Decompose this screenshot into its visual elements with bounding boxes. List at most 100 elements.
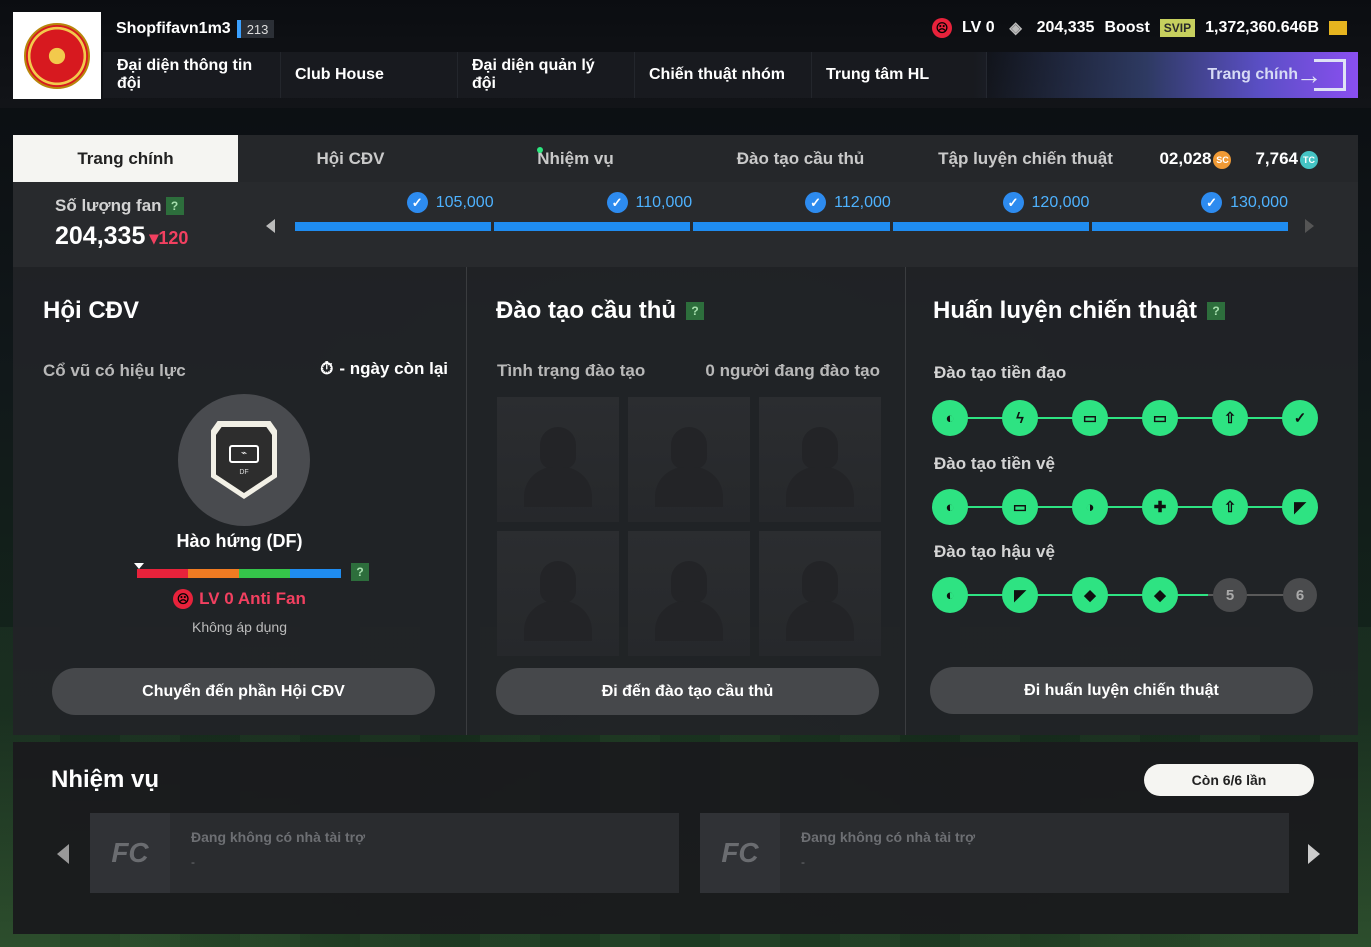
bar-segment-orange xyxy=(188,569,239,578)
training-node-icon[interactable]: ✓ xyxy=(1282,400,1318,436)
sc-coin-icon: SC xyxy=(1213,150,1232,169)
help-icon[interactable]: ? xyxy=(165,197,184,215)
tab-tactic-training[interactable]: Tập luyện chiến thuật xyxy=(913,135,1138,182)
training-node-icon[interactable]: ◆ xyxy=(1072,577,1108,613)
sponsor-card[interactable]: FC Đang không có nhà tài trợ - xyxy=(700,813,1289,893)
fan-level-bar xyxy=(137,569,341,578)
tc-value: 7,764 xyxy=(1255,149,1298,168)
training-node-locked[interactable]: 5 xyxy=(1213,578,1247,612)
bp-value: 1,372,360.646B xyxy=(1205,19,1319,36)
tactic-training-title: Huấn luyện chiến thuật ? xyxy=(933,297,1226,325)
nav-team-info[interactable]: Đại diện thông tin đội xyxy=(103,52,281,98)
club-logo[interactable] xyxy=(13,12,101,99)
nav-training-center[interactable]: Trung tâm HL xyxy=(812,52,987,98)
fan-count: 204,335 ▾120 xyxy=(55,222,188,251)
tc-coin-icon: TC xyxy=(1300,150,1318,169)
active-cheer-label: Cổ vũ có hiệu lực xyxy=(43,361,186,380)
training-slot[interactable] xyxy=(759,397,881,522)
missions-prev-icon[interactable] xyxy=(57,844,69,864)
forward-training-label: Đào tạo tiền đạo xyxy=(934,363,1067,382)
defense-training-label: Đào tạo hậu vệ xyxy=(934,542,1055,561)
training-node-icon[interactable]: ◤ xyxy=(1282,489,1318,525)
nav-club-house[interactable]: Club House xyxy=(281,52,458,98)
fan-delta: ▾120 xyxy=(149,228,189,248)
help-icon[interactable]: ? xyxy=(1207,302,1226,320)
forward-training-track: ◐ ϟ ▭ ▭ ⇧ ✓ xyxy=(932,400,1318,436)
go-player-training-button[interactable]: Đi đến đào tạo cầu thủ xyxy=(496,668,879,715)
notification-dot xyxy=(537,147,543,153)
progress-segment xyxy=(494,222,691,231)
sc-balance: 02,028 SC xyxy=(1159,149,1232,169)
remaining-badge: Còn 6/6 lần xyxy=(1144,764,1314,796)
anti-fan-text: LV 0 Anti Fan xyxy=(199,589,306,608)
milestone-value: 110,000 xyxy=(635,193,693,211)
tab-main[interactable]: Trang chính xyxy=(13,135,238,182)
help-icon[interactable]: ? xyxy=(351,563,369,581)
battery-icon: ⌁ xyxy=(229,444,259,463)
bar-segment-green xyxy=(239,569,290,578)
sponsor-sub: - xyxy=(191,855,195,869)
training-slot[interactable] xyxy=(628,397,750,522)
bar-segment-blue xyxy=(290,569,341,578)
training-node-icon[interactable]: ϟ xyxy=(1002,400,1038,436)
sponsor-card[interactable]: FC Đang không có nhà tài trợ - xyxy=(90,813,679,893)
stopwatch-icon: ⏱ xyxy=(320,359,334,378)
training-slot[interactable] xyxy=(497,397,619,522)
training-node-icon[interactable]: ⇧ xyxy=(1212,489,1248,525)
boost-card[interactable]: ⌁ DF xyxy=(178,394,310,526)
sponsor-text: Đang không có nhà tài trợ xyxy=(801,829,976,845)
nav-team-tactics[interactable]: Chiến thuật nhóm xyxy=(635,52,812,98)
training-status-label: Tình trạng đào tạo xyxy=(497,361,646,380)
fan-count-value: 204,335 xyxy=(55,222,146,250)
training-node-icon[interactable]: ◐ xyxy=(932,400,968,436)
go-tactic-training-button[interactable]: Đi huấn luyện chiến thuật xyxy=(930,667,1313,714)
midfield-training-track: ◐ ▭ ◑ ✚ ⇧ ◤ xyxy=(932,489,1318,525)
tactic-training-title-text: Huấn luyện chiến thuật xyxy=(933,297,1198,324)
sad-face-icon: ☹ xyxy=(931,18,952,38)
main-menu-button[interactable]: Trang chính xyxy=(973,52,1358,98)
training-node-locked[interactable]: 6 xyxy=(1283,578,1317,612)
training-node-icon[interactable]: ⇧ xyxy=(1212,400,1248,436)
training-node-icon[interactable]: ◑ xyxy=(1072,489,1108,525)
check-icon: ✓ xyxy=(1201,192,1223,213)
sad-face-icon: ☹ xyxy=(173,589,194,609)
training-node-icon[interactable]: ▭ xyxy=(1142,400,1178,436)
tab-missions[interactable]: Nhiệm vụ xyxy=(463,135,688,182)
progress-segment xyxy=(693,222,890,231)
tab-player-training[interactable]: Đào tạo cầu thủ xyxy=(688,135,913,182)
training-slot[interactable] xyxy=(497,531,619,656)
help-icon[interactable]: ? xyxy=(686,302,705,320)
username: Shopfifavn1m3 xyxy=(116,20,231,37)
training-node-icon[interactable]: ▭ xyxy=(1072,400,1108,436)
training-slot[interactable] xyxy=(628,531,750,656)
training-node-icon[interactable]: ✚ xyxy=(1142,489,1178,525)
user-level: 213 xyxy=(246,21,269,37)
go-supporters-button[interactable]: Chuyển đến phần Hội CĐV xyxy=(52,668,435,715)
fan-count-label: Số lượng fan ? xyxy=(55,196,184,216)
training-node-icon[interactable]: ◐ xyxy=(932,489,968,525)
anti-fan-level: ☹ LV 0 Anti Fan xyxy=(13,589,466,609)
header-stats: ☹ LV 0 ◈ 204,335 Boost SVIP 1,372,360.64… xyxy=(931,18,1347,38)
training-node-icon[interactable]: ▭ xyxy=(1002,489,1038,525)
supporters-title: Hội CĐV xyxy=(43,297,139,324)
nav-team-manager[interactable]: Đại diện quản lý đội xyxy=(458,52,635,98)
fc-logo-icon: FC xyxy=(90,813,170,893)
check-icon: ✓ xyxy=(1002,192,1024,213)
training-node-icon[interactable]: ◐ xyxy=(932,577,968,613)
milestone-prev-icon[interactable] xyxy=(266,219,275,233)
training-slots xyxy=(497,397,881,656)
milestone-next-icon[interactable] xyxy=(1305,219,1314,233)
training-slot[interactable] xyxy=(759,531,881,656)
boost-label: Boost xyxy=(1104,19,1150,36)
training-node-icon[interactable]: ◤ xyxy=(1002,577,1038,613)
level-bar xyxy=(236,20,241,38)
club-badge-icon xyxy=(24,22,90,89)
top-header: Shopfifavn1m3 213 ☹ LV 0 ◈ 204,335 Boost… xyxy=(0,0,1371,108)
boost-shield-icon: ⌁ DF xyxy=(211,421,277,499)
bar-segment-red xyxy=(137,569,188,578)
training-node-icon[interactable]: ◆ xyxy=(1142,577,1178,613)
milestone-value: 120,000 xyxy=(1031,193,1090,211)
tab-supporters[interactable]: Hội CĐV xyxy=(238,135,463,182)
missions-next-icon[interactable] xyxy=(1308,844,1320,864)
defense-training-track: ◐ ◤ ◆ ◆ 5 6 xyxy=(932,577,1318,613)
